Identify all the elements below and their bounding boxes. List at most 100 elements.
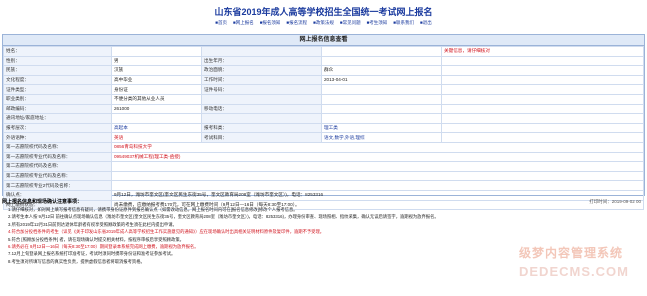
field-value: 汉族: [111, 65, 202, 76]
nav-link[interactable]: ■报名流程: [286, 20, 307, 25]
table-row: 第一志愿院校代码及名称： 0856青岛科技大学: [3, 141, 644, 153]
field-value: [441, 122, 644, 134]
field-value: [321, 93, 442, 105]
field-label: [201, 93, 322, 105]
field-label: 第一志愿院校专业代码及名称：: [3, 151, 112, 163]
notice-item: 5.符合 [照顾加分投档条件] 者，请在现场确认时提交相关材料，按程序审核后享受…: [8, 236, 184, 242]
field-value: [441, 84, 644, 95]
field-label: 报考科类：: [201, 122, 322, 134]
field-value: 高起本: [111, 122, 202, 134]
field-value: [441, 65, 644, 76]
field-value: 群众: [321, 65, 442, 76]
field-label: 报考层次：: [3, 122, 112, 134]
field-value: [441, 113, 644, 124]
field-value: 0856青岛科技大学: [111, 141, 644, 153]
table-row: 外语语种： 英语 考试科目： 语文,数学,外语,理综: [3, 132, 644, 143]
field-label: 通讯地址/家庭地址：: [3, 113, 112, 124]
table-row: 证件类型： 身份证 证件号码：: [3, 84, 644, 95]
field-label: 文化程度：: [3, 74, 112, 86]
notice-item: 3.所有2019年12月31日前到达退休年龄者有权享受照顾政策的考生须在此栏内提…: [8, 221, 177, 227]
field-value: 身份证: [111, 84, 202, 95]
field-label: [201, 113, 322, 124]
field-label: 职业类别：: [3, 93, 112, 105]
notice-item: 1.请仔细核对，如对网上填写报考信息有疑问，请携带身份证原件到报名确认点（如需改…: [8, 207, 298, 212]
nav-link[interactable]: ■报名须知: [260, 20, 281, 25]
field-value: [111, 170, 644, 182]
field-value: [111, 180, 644, 191]
field-label: 第二志愿院校专业代码及名称：: [3, 170, 112, 182]
field-label: 性别：: [3, 55, 112, 67]
field-value: [441, 93, 644, 105]
field-label: 考试科目：: [201, 132, 322, 143]
field-label: 移动电话：: [201, 103, 322, 115]
field-label: 出生年月：: [201, 55, 322, 67]
site-title: 山东省2019年成人高等学校招生全国统一考试网上报名: [214, 7, 433, 17]
nav-link[interactable]: ■常见问题: [340, 20, 361, 25]
notice-item: 4.符合加分投档条件的考生（详见《关于印发山东省2019年成人高等学校招生工作实…: [8, 229, 325, 235]
field-label: 工作时间：: [201, 74, 322, 86]
nav-link[interactable]: ■考生须知: [367, 20, 388, 25]
field-label: [201, 46, 322, 57]
registration-info-panel: 网上报名信息查看 姓名： 关键信息，请仔细核对 性别：男出生年月： 民族： 汉族 政治面貌…: [2, 34, 645, 211]
watermark-logo: 级梦内容管理系统 DEDECMS.COM: [519, 244, 641, 290]
panel-title: 网上报名信息查看: [3, 35, 644, 46]
nav-link[interactable]: ■政策法规: [313, 20, 334, 25]
table-row: 职业类别： 不便分类的其他从业人员: [3, 93, 644, 105]
field-value: 男: [111, 55, 202, 67]
key-info-note: 关键信息，请仔细核对: [441, 46, 644, 57]
field-value: 英语: [111, 132, 202, 143]
field-label: 证件类型：: [3, 84, 112, 95]
field-label: 姓名：: [3, 46, 112, 57]
field-label: 外语语种：: [3, 132, 112, 143]
field-label: 邮政编码：: [3, 103, 112, 115]
nav-link[interactable]: ■联系我们: [393, 20, 414, 25]
field-value: [441, 55, 644, 67]
field-value: [111, 46, 202, 57]
table-row: 第二志愿院校代码及名称：: [3, 161, 644, 172]
field-value: [111, 161, 644, 172]
nav-link[interactable]: ■退出: [420, 20, 432, 25]
field-value: 不便分类的其他从业人员: [111, 93, 202, 105]
table-row: 邮政编码： 261000 移动电话：: [3, 103, 644, 115]
field-value: [321, 46, 442, 57]
field-label: 第二志愿院校代码及名称：: [3, 161, 112, 172]
field-value: [441, 74, 644, 86]
top-nav: ■首页 ■网上报名 ■报名须知 ■报名流程 ■政策法规 ■常见问题 ■考生须知 ■联系我们 ■退…: [0, 20, 647, 26]
field-label: 政治面貌：: [201, 65, 322, 76]
table-row: 第二志愿院校专业代码及名称：: [3, 170, 644, 182]
table-row: 第一志愿院校专业代码及名称： 09549037机械工程(理工类-函授): [3, 151, 644, 163]
watermark-line2: DEDECMS.COM: [519, 264, 629, 279]
watermark-line1: 级梦内容管理系统: [519, 246, 624, 260]
field-label: 证件号码：: [201, 84, 322, 95]
print-date: 打印时间：2019-09-02 00: [589, 199, 641, 204]
notice-title: 网上报名信息和现场确认注意事项：: [2, 199, 83, 205]
field-value: 语文,数学,外语,理综: [321, 132, 442, 143]
field-value: [111, 113, 202, 124]
field-value: 2013-04-01: [321, 74, 442, 86]
field-value: 09549037机械工程(理工类-函授): [111, 151, 644, 163]
field-value: [321, 103, 442, 115]
table-row: 报考层次： 高起本 报考科类： 理工类: [3, 122, 644, 134]
field-value: [321, 113, 442, 124]
nav-link[interactable]: ■首页: [215, 20, 227, 25]
registration-info-table: 姓名： 关键信息，请仔细核对 性别：男出生年月： 民族： 汉族 政治面貌： 群众 文化程度：高…: [3, 46, 644, 211]
field-value: [441, 132, 644, 143]
field-value: [321, 55, 442, 67]
table-row: 文化程度： 高中毕业 工作时间： 2013-04-01: [3, 74, 644, 86]
field-label: 民族：: [3, 65, 112, 76]
field-value: [321, 84, 442, 95]
field-value: 高中毕业: [111, 74, 202, 86]
notice-item: 2.请考生本人按 9月12日 前往确认点现场确认信息（潍坊市奎文区(奎文区民生东…: [8, 214, 439, 220]
table-row: 姓名： 关键信息，请仔细核对: [3, 46, 644, 57]
field-label: 第二志愿院校专业2代码及名称：: [3, 180, 112, 191]
field-label: 第一志愿院校代码及名称：: [3, 141, 112, 153]
nav-link[interactable]: ■网上报名: [233, 20, 254, 25]
field-value: 261000: [111, 103, 202, 115]
table-row: 第二志愿院校专业2代码及名称：: [3, 180, 644, 191]
page-header: 山东省2019年成人高等学校招生全国统一考试网上报名 ■首页 ■网上报名 ■报名须知…: [0, 0, 647, 34]
table-row: 通讯地址/家庭地址：: [3, 113, 644, 124]
field-value: [441, 103, 644, 115]
table-row: 性别：男出生年月：: [3, 55, 644, 67]
table-row: 民族： 汉族 政治面貌： 群众: [3, 65, 644, 76]
field-value: 理工类: [321, 122, 442, 134]
